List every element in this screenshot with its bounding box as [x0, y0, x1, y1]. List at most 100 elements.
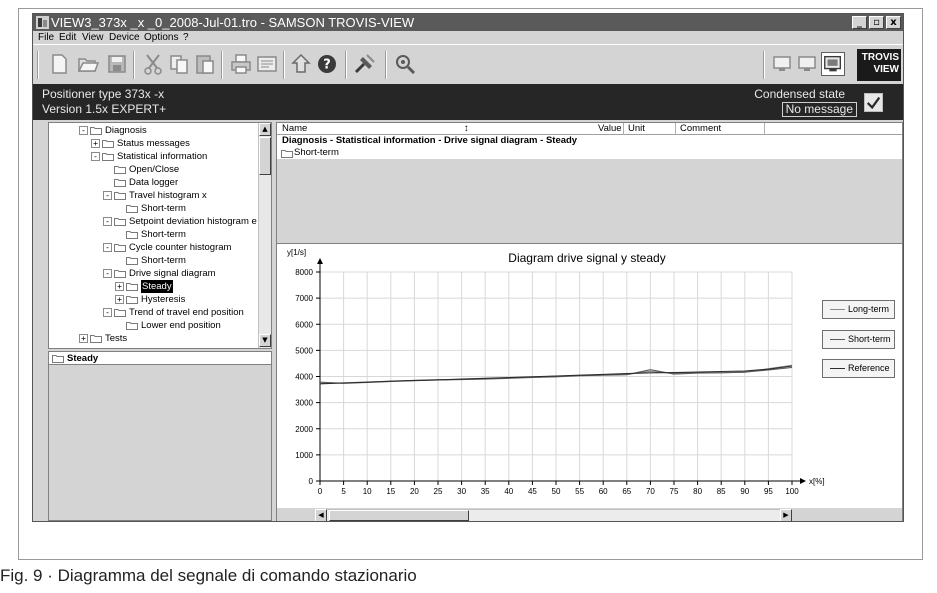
- toolbar-separator: [763, 51, 765, 79]
- tree-item-label: Statistical information: [117, 151, 208, 162]
- x-tick-label: 35: [481, 487, 490, 496]
- tree-item[interactable]: - Statistical information: [49, 150, 249, 163]
- new-icon[interactable]: [47, 52, 71, 76]
- save-icon[interactable]: [105, 52, 129, 76]
- scroll-thumb[interactable]: [329, 510, 469, 521]
- tree-item[interactable]: Short-term: [49, 254, 249, 267]
- tree-scrollbar[interactable]: ▲ ▼: [258, 123, 271, 348]
- chart-scrollbar[interactable]: ◀ ▶: [315, 509, 792, 521]
- minimize-button[interactable]: _: [852, 16, 867, 29]
- tree-item[interactable]: + Hysteresis: [49, 293, 249, 306]
- tree-item[interactable]: - Drive signal diagram: [49, 267, 249, 280]
- menu-edit[interactable]: Edit: [59, 31, 76, 44]
- tree-item[interactable]: Short-term: [49, 202, 249, 215]
- tree-item-label: Lower end position: [141, 320, 221, 331]
- logo-line-1: TROVIS: [861, 52, 899, 63]
- column-comment[interactable]: Comment: [680, 123, 721, 135]
- display-icon[interactable]: [821, 52, 845, 76]
- tree-item[interactable]: - Trend of travel end position: [49, 306, 249, 319]
- scroll-thumb[interactable]: [259, 137, 271, 175]
- collapse-icon[interactable]: -: [103, 191, 112, 200]
- collapse-icon[interactable]: -: [79, 126, 88, 135]
- status-message: No message: [781, 102, 857, 117]
- tree-item[interactable]: Lower end position: [49, 319, 249, 332]
- x-tick-label: 5: [341, 487, 346, 496]
- device-info-bar: Positioner type 373x -x Version 1.5x EXP…: [33, 84, 903, 120]
- expand-icon[interactable]: +: [79, 334, 88, 343]
- tree-item[interactable]: Open/Close: [49, 163, 249, 176]
- tree-item-label: Cycle counter histogram: [129, 242, 232, 253]
- help-icon[interactable]: ?: [315, 52, 339, 76]
- tree-item[interactable]: - Travel histogram x: [49, 189, 249, 202]
- menu-view[interactable]: View: [82, 31, 104, 44]
- x-tick-label: 30: [457, 487, 466, 496]
- legend-short-term-button[interactable]: Short-term: [822, 330, 895, 349]
- chart-panel: 0 1000 2000 3000 4000 5000 6000 7000 8000 0 5 10 15 2…: [276, 243, 903, 521]
- tree-item-label: Steady: [141, 280, 173, 293]
- x-tick-label: 95: [764, 487, 773, 496]
- monitor-icon[interactable]: [770, 52, 794, 76]
- column-unit[interactable]: Unit: [628, 123, 645, 135]
- collapse-icon[interactable]: -: [91, 152, 100, 161]
- menu-help[interactable]: ?: [183, 31, 189, 44]
- menu-device[interactable]: Device: [109, 31, 140, 44]
- y-tick-label: 5000: [295, 346, 313, 355]
- device-icon[interactable]: [393, 52, 417, 76]
- scroll-left-button[interactable]: ◀: [315, 509, 327, 521]
- title-bar: VIEW3_373x _x _0_2008-Jul-01.tro - SAMSO…: [33, 14, 903, 31]
- legend-reference-button[interactable]: Reference: [822, 359, 895, 378]
- paste-icon[interactable]: [193, 52, 217, 76]
- expand-icon[interactable]: +: [115, 282, 124, 291]
- tree-item[interactable]: - Cycle counter histogram: [49, 241, 249, 254]
- cut-icon[interactable]: [141, 52, 165, 76]
- close-button[interactable]: x: [886, 16, 901, 29]
- print-icon[interactable]: [229, 52, 253, 76]
- tree-item[interactable]: - Diagnosis: [49, 124, 249, 137]
- upload-icon[interactable]: [289, 52, 313, 76]
- window-controls: _ ▫ x: [852, 16, 901, 29]
- navigation-tree-panel: - Diagnosis + Status messages - Statistical i…: [48, 122, 272, 349]
- collapse-icon[interactable]: -: [103, 243, 112, 252]
- column-value[interactable]: Value: [598, 123, 622, 135]
- column-name[interactable]: Name: [282, 123, 307, 135]
- copy-icon[interactable]: [167, 52, 191, 76]
- tree-item[interactable]: + Status messages: [49, 137, 249, 150]
- tree-item[interactable]: Data logger: [49, 176, 249, 189]
- tree-item[interactable]: - Setpoint deviation histogram e: [49, 215, 257, 228]
- scroll-down-button[interactable]: ▼: [259, 334, 271, 347]
- folder-icon: [126, 257, 138, 265]
- toolbar-separator: [221, 51, 223, 79]
- condensed-state-label: Condensed state: [754, 87, 845, 101]
- sort-icon[interactable]: ↕: [464, 123, 469, 135]
- tree-item[interactable]: + Steady: [49, 280, 249, 293]
- preview-icon[interactable]: [255, 52, 279, 76]
- tree-item-label: Short-term: [141, 255, 186, 266]
- monitor-icon[interactable]: [795, 52, 819, 76]
- expand-icon[interactable]: +: [91, 139, 100, 148]
- table-row[interactable]: Short-term: [277, 147, 902, 159]
- expand-icon[interactable]: +: [115, 295, 124, 304]
- window-title: VIEW3_373x _x _0_2008-Jul-01.tro - SAMSO…: [51, 15, 415, 30]
- x-tick-label: 45: [528, 487, 537, 496]
- toolbar-separator: [283, 51, 285, 79]
- tree-item[interactable]: + Tests: [49, 332, 249, 345]
- scroll-up-button[interactable]: ▲: [259, 123, 271, 136]
- x-tick-label: 80: [693, 487, 702, 496]
- menu-options[interactable]: Options: [144, 31, 178, 44]
- x-tick-label: 70: [646, 487, 655, 496]
- collapse-icon[interactable]: -: [103, 308, 112, 317]
- menu-file[interactable]: File: [38, 31, 54, 44]
- tools-icon[interactable]: [353, 52, 377, 76]
- column-divider: [675, 123, 676, 135]
- collapse-icon[interactable]: -: [103, 217, 112, 226]
- scroll-right-button[interactable]: ▶: [780, 509, 792, 521]
- x-axis-arrow: [800, 478, 806, 484]
- folder-icon: [114, 244, 126, 252]
- tree-item[interactable]: Short-term: [49, 228, 249, 241]
- open-icon[interactable]: [76, 52, 100, 76]
- maximize-button[interactable]: ▫: [869, 16, 884, 29]
- collapse-icon[interactable]: -: [103, 269, 112, 278]
- figure-caption: Fig. 9 · Diagramma del segnale di comand…: [0, 566, 417, 585]
- legend-line-icon: [830, 368, 845, 369]
- legend-long-term-button[interactable]: Long-term: [822, 300, 895, 319]
